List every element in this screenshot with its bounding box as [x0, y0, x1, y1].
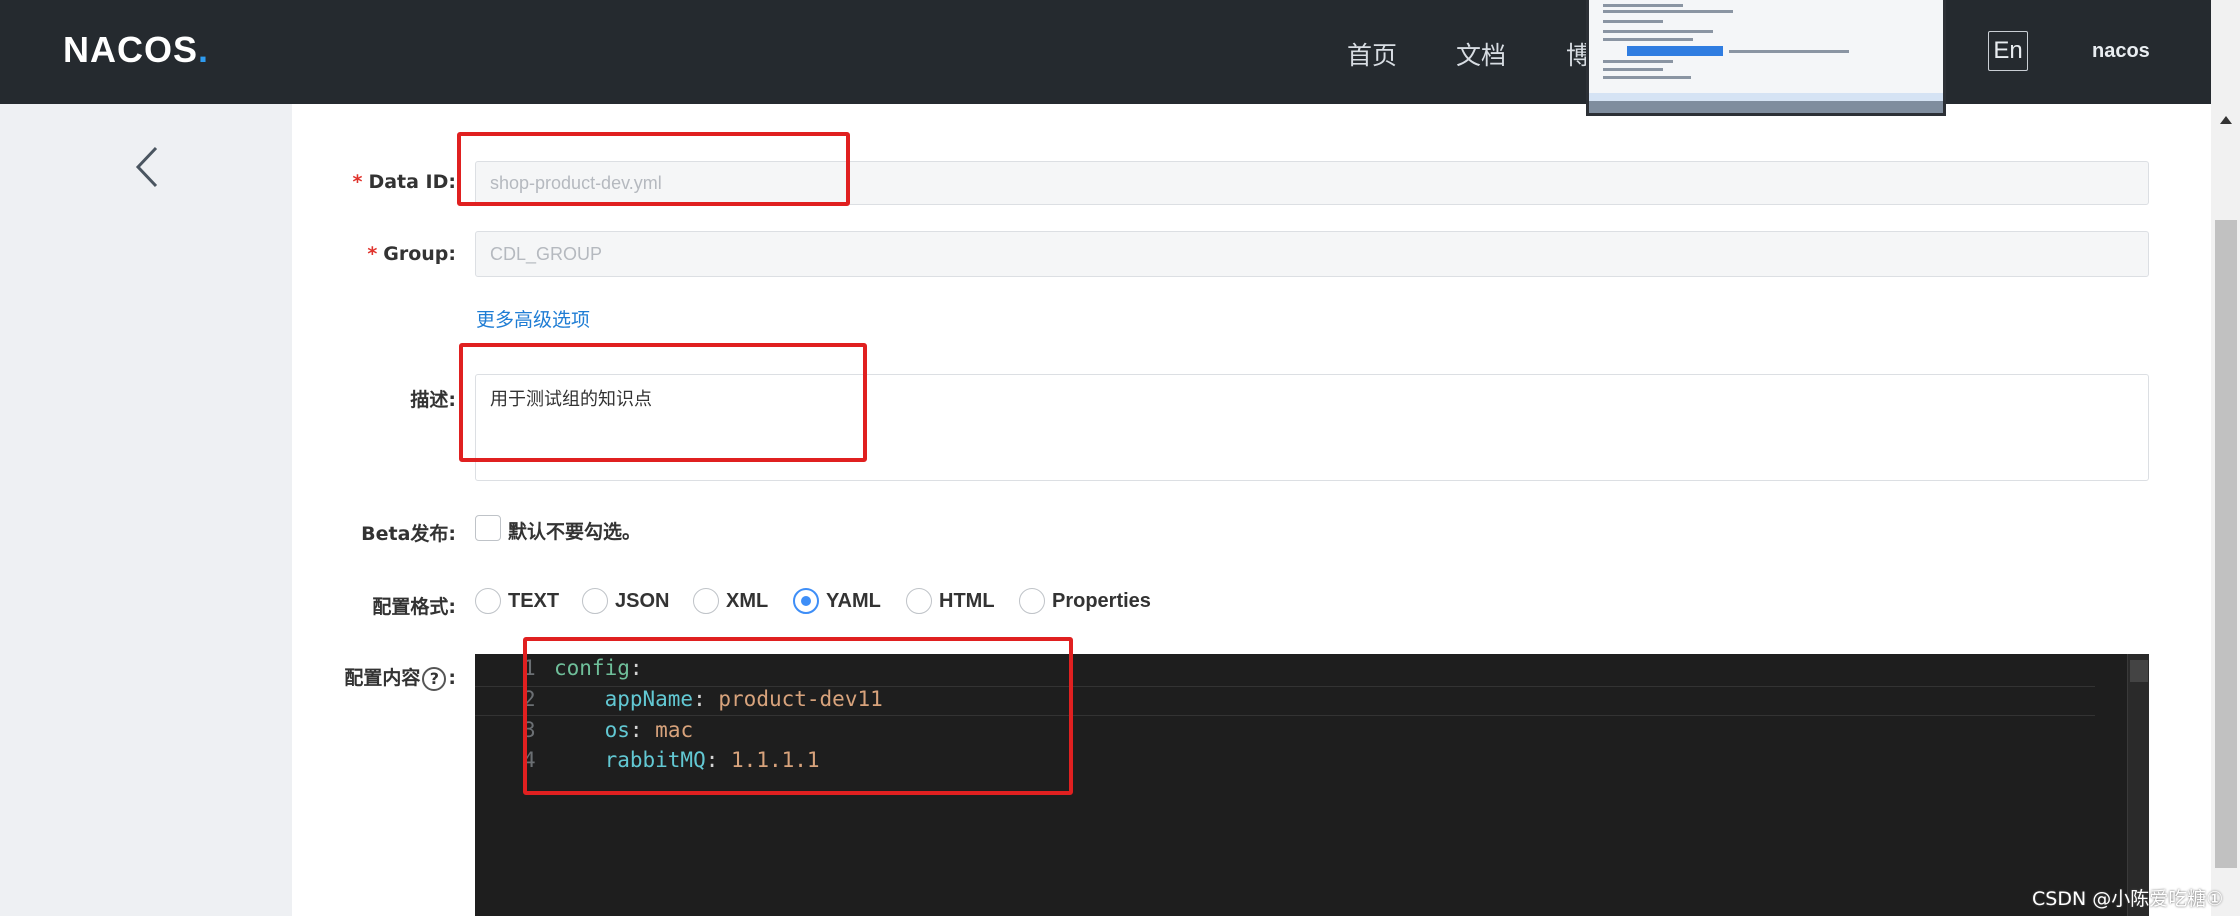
overlay-screenshot-thumbnail [1586, 0, 1946, 116]
user-menu[interactable]: nacos [2092, 40, 2150, 63]
radio-text[interactable] [475, 588, 501, 614]
advanced-options-link[interactable]: 更多高级选项 [476, 305, 590, 332]
annotation-box-config-content [523, 637, 1073, 795]
csdn-watermark: CSDN @小陈爱吃糖① [2032, 888, 2224, 910]
radio-json-label: JSON [615, 590, 670, 612]
data-id-label: * Data ID: [352, 171, 457, 193]
format-label: 配置格式: [372, 596, 456, 618]
help-icon[interactable]: ? [422, 666, 447, 691]
radio-yaml[interactable] [793, 588, 819, 614]
nacos-logo[interactable]: NACOS. [63, 29, 210, 70]
radio-xml[interactable] [693, 588, 719, 614]
group-label: * Group: [367, 243, 456, 265]
content-label: 配置内容?: [344, 666, 456, 691]
beta-checkbox[interactable] [475, 515, 501, 541]
description-label: 描述: [410, 389, 456, 411]
radio-properties-label: Properties [1052, 590, 1151, 612]
page-scroll-thumb[interactable] [2215, 220, 2237, 868]
language-switch-button[interactable]: En [1988, 31, 2028, 71]
logo-text: NACOS [63, 29, 199, 70]
logo-dot: . [198, 29, 210, 70]
radio-yaml-label: YAML [826, 590, 881, 612]
left-sidebar [0, 104, 292, 916]
annotation-box-description [459, 343, 867, 462]
required-mark: * [352, 171, 363, 193]
editor-scrollbar[interactable] [2127, 654, 2149, 916]
required-mark: * [367, 243, 378, 265]
beta-label: Beta发布: [361, 523, 456, 545]
radio-xml-label: XML [726, 590, 769, 612]
radio-html[interactable] [906, 588, 932, 614]
radio-json[interactable] [582, 588, 608, 614]
nav-docs[interactable]: 文档 [1456, 36, 1506, 72]
radio-text-label: TEXT [508, 590, 560, 612]
scroll-up-arrow-icon[interactable] [2220, 116, 2232, 124]
beta-checkbox-label: 默认不要勾选。 [508, 521, 642, 543]
radio-properties[interactable] [1019, 588, 1045, 614]
page-scrollbar[interactable] [2211, 0, 2240, 916]
radio-html-label: HTML [939, 590, 995, 612]
group-input[interactable]: CDL_GROUP [475, 231, 2149, 277]
nav-home[interactable]: 首页 [1347, 36, 1397, 72]
annotation-box-data-id [457, 132, 850, 206]
